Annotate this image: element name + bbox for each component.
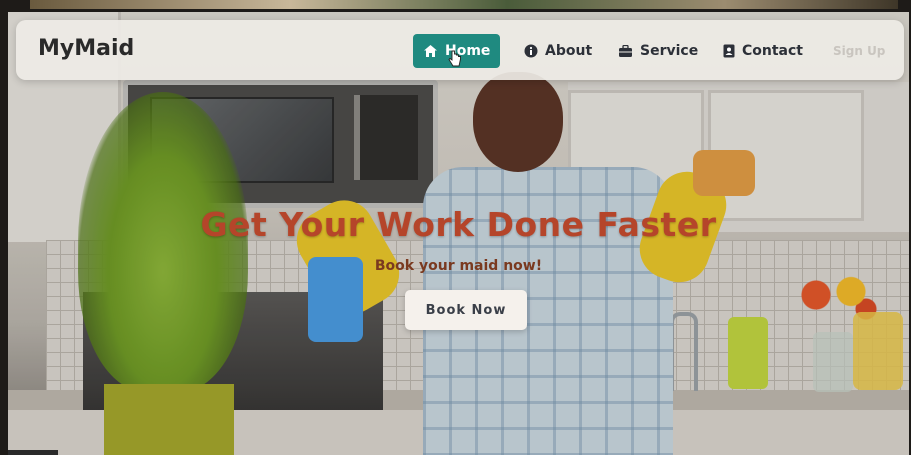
hand-cursor-icon bbox=[448, 50, 462, 72]
nav-signup[interactable]: Sign Up bbox=[823, 34, 895, 68]
brand-logo[interactable]: MyMaid bbox=[38, 36, 134, 61]
contact-card-icon bbox=[723, 44, 735, 58]
nav-service[interactable]: Service bbox=[608, 34, 708, 68]
browser-top-strip bbox=[30, 0, 898, 9]
home-icon bbox=[423, 44, 438, 58]
briefcase-icon bbox=[618, 44, 633, 58]
nav-contact-label: Contact bbox=[742, 43, 803, 59]
nav-service-label: Service bbox=[640, 43, 699, 59]
nav-signup-label: Sign Up bbox=[833, 44, 886, 58]
nav-about-label: About bbox=[545, 43, 593, 59]
book-now-button[interactable]: Book Now bbox=[405, 290, 527, 330]
corner-tag bbox=[8, 450, 58, 455]
hero-title: Get Your Work Done Faster bbox=[200, 205, 717, 244]
nav-contact[interactable]: Contact bbox=[713, 34, 813, 68]
nav-about[interactable]: About bbox=[514, 34, 602, 68]
hero-subtitle: Book your maid now! bbox=[374, 258, 543, 274]
info-icon bbox=[524, 44, 538, 58]
